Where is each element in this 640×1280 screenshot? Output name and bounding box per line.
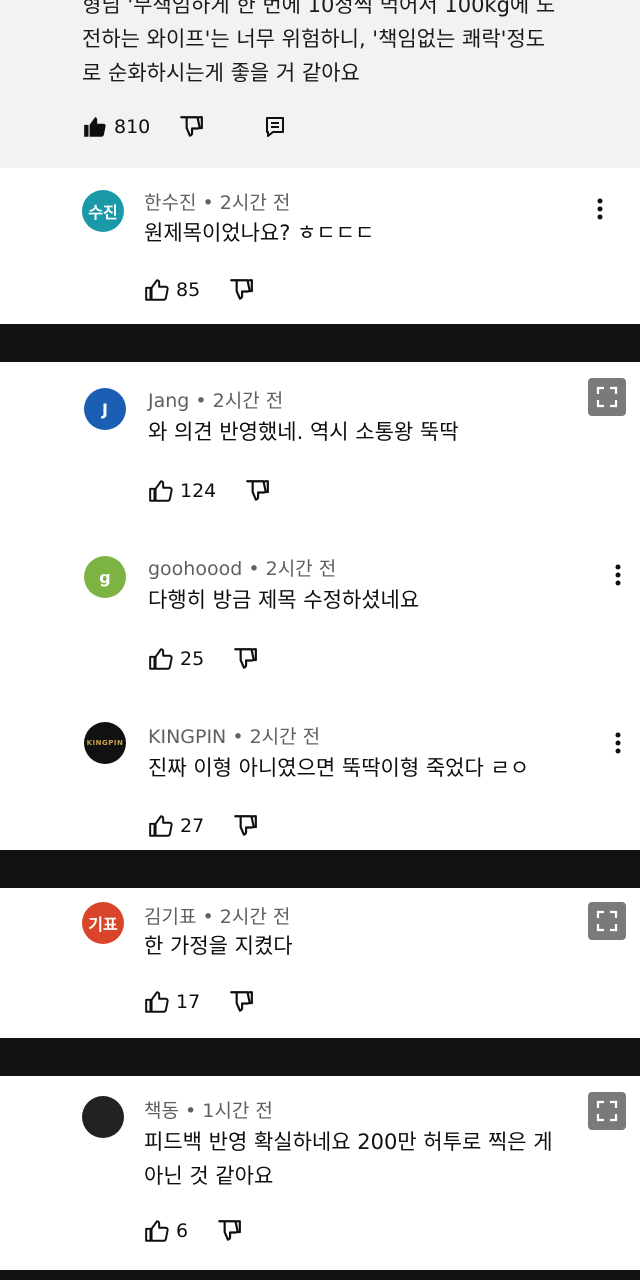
comment-author[interactable]: 한수진 [144,192,196,214]
like-count: 810 [114,116,151,138]
avatar-initials: g [99,567,111,587]
comment-text: 원제목이었나요? ㅎㄷㄷㄷ [144,216,374,250]
thumbs-down-icon[interactable] [244,478,270,504]
comment-text: 피드백 반영 확실하네요 200만 허투로 찍은 게 아닌 것 같아요 [144,1125,553,1193]
comment-meta: goohoood • 2시간 전 [148,554,336,581]
fullscreen-icon[interactable] [588,902,626,940]
comment-time: 2시간 전 [212,390,284,412]
comment-line: 진짜 이형 아니였으면 뚝딱이형 죽었다 ㄹㅇ [148,756,530,780]
thumbs-down-icon[interactable] [216,1218,242,1244]
thumbs-up-icon[interactable] [144,1218,170,1244]
comment-actions: 810 [82,112,286,142]
meta-separator: • [185,1100,197,1122]
comment-meta: Jang • 2시간 전 [148,386,283,413]
thumbs-down-icon[interactable] [228,277,254,303]
comment-actions: 6 [144,1216,242,1246]
fullscreen-icon[interactable] [588,1092,626,1130]
section-divider [0,1270,640,1280]
avatar-initials: KINGPIN [86,739,124,747]
thumbs-up-icon[interactable] [148,478,174,504]
comment-line: 다행히 방금 제목 수정하셨네요 [148,588,420,612]
comment-text: 진짜 이형 아니였으면 뚝딱이형 죽었다 ㄹㅇ [148,751,529,785]
reply-icon[interactable] [264,115,286,139]
like-count: 6 [176,1220,189,1242]
comment-meta: 한수진 • 2시간 전 [144,188,290,215]
comment-text: 형님 '무책임하게 한 번에 10정씩 먹어서 100kg에 도 전하는 와이프… [82,0,602,90]
comment-time: 2시간 전 [219,906,291,928]
comment-actions: 17 [144,987,254,1017]
like-count: 85 [176,279,201,301]
more-vert-icon[interactable] [606,558,630,592]
avatar-initials: 기표 [88,915,118,934]
avatar[interactable] [82,1096,124,1138]
section-divider [0,324,640,362]
comment-line: 아닌 것 같아요 [144,1164,274,1188]
thumbs-up-icon[interactable] [144,277,170,303]
like-count: 25 [180,648,205,670]
comment-author[interactable]: goohoood [148,558,242,580]
like-count: 17 [176,991,201,1013]
thumbs-down-icon[interactable] [232,813,258,839]
thumbs-up-icon[interactable] [82,114,108,140]
comment: 기표 김기표 • 2시간 전 한 가정을 지켰다 17 [0,888,640,1038]
highlighted-comment: 형님 '무책임하게 한 번에 10정씩 먹어서 100kg에 도 전하는 와이프… [0,0,640,168]
comment-actions: 25 [148,644,258,674]
thumbs-up-icon[interactable] [148,646,174,672]
thumbs-down-icon[interactable] [228,989,254,1015]
comment: KINGPIN KINGPIN • 2시간 전 진짜 이형 아니였으면 뚝딱이형… [0,698,640,850]
comment: J Jang • 2시간 전 와 의견 반영했네. 역시 소통왕 뚝딱 124 [0,362,640,530]
comment-text: 와 의견 반영했네. 역시 소통왕 뚝딱 [148,415,459,449]
thumbs-down-icon[interactable] [232,646,258,672]
comment-line: 와 의견 반영했네. 역시 소통왕 뚝딱 [148,420,459,444]
comment-author[interactable]: 책동 [144,1100,179,1122]
comment-time: 2시간 전 [219,192,291,214]
comment-line: 로 순화하시는게 좋을 거 같아요 [82,61,360,85]
thumbs-up-icon[interactable] [148,813,174,839]
comment-time: 2시간 전 [265,558,337,580]
comment-line: 형님 '무책임하게 한 번에 10정씩 먹어서 100kg에 도 [82,0,556,17]
avatar-initials: 수진 [88,203,118,222]
fullscreen-icon[interactable] [588,378,626,416]
avatar[interactable]: 기표 [82,902,124,944]
comment-time: 1시간 전 [202,1100,273,1122]
avatar-initials: J [102,399,108,419]
comment-author[interactable]: KINGPIN [148,726,226,748]
comment-actions: 124 [148,476,270,506]
comment-author[interactable]: 김기표 [144,906,196,928]
comment-meta: 김기표 • 2시간 전 [144,902,290,929]
comment-line: 원제목이었나요? ㅎㄷㄷㄷ [144,221,375,245]
meta-separator: • [248,558,260,580]
comment-text: 다행히 방금 제목 수정하셨네요 [148,583,419,617]
comment-actions: 85 [144,275,254,305]
meta-separator: • [232,726,244,748]
comment-meta: 책동 • 1시간 전 [144,1096,273,1123]
thumbs-down-icon[interactable] [178,114,204,140]
comment-line: 한 가정을 지켰다 [144,934,293,958]
comment-text: 한 가정을 지켰다 [144,929,293,963]
more-vert-icon[interactable] [606,726,630,760]
comment: 수진 한수진 • 2시간 전 원제목이었나요? ㅎㄷㄷㄷ 85 [0,168,640,324]
thumbs-up-icon[interactable] [144,989,170,1015]
comment: 책동 • 1시간 전 피드백 반영 확실하네요 200만 허투로 찍은 게 아닌… [0,1076,640,1270]
meta-separator: • [202,192,214,214]
section-divider [0,850,640,888]
comment-line: 피드백 반영 확실하네요 200만 허투로 찍은 게 [144,1130,553,1154]
meta-separator: • [202,906,214,928]
avatar[interactable]: 수진 [82,190,124,232]
avatar[interactable]: J [84,388,126,430]
comment-time: 2시간 전 [249,726,321,748]
avatar[interactable]: g [84,556,126,598]
comment-actions: 27 [148,811,258,841]
more-vert-icon[interactable] [588,192,612,226]
comment-line: 전하는 와이프'는 너무 위험하니, '책임없는 쾌락'정도 [82,27,546,51]
like-count: 27 [180,815,205,837]
comment: g goohoood • 2시간 전 다행히 방금 제목 수정하셨네요 25 [0,530,640,698]
section-divider [0,1038,640,1076]
comment-meta: KINGPIN • 2시간 전 [148,722,320,749]
comment-author[interactable]: Jang [148,390,189,412]
avatar[interactable]: KINGPIN [84,722,126,764]
like-count: 124 [180,480,217,502]
meta-separator: • [195,390,207,412]
